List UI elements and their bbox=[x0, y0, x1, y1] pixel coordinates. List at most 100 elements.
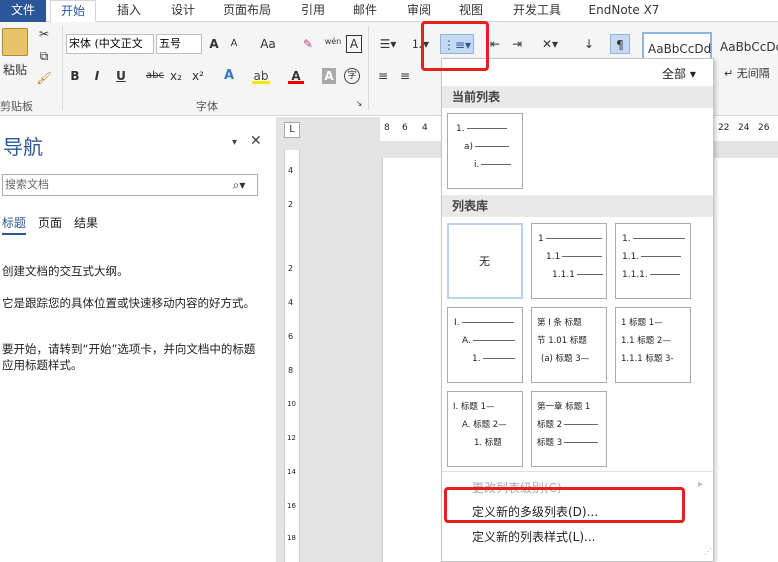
superscript-button[interactable]: x² bbox=[190, 66, 206, 86]
tab-selector[interactable]: L bbox=[284, 122, 300, 138]
change-case-icon[interactable]: Aa bbox=[256, 34, 280, 54]
nav-tab-headings[interactable]: 标题 bbox=[2, 214, 27, 235]
highlight-define-new-multilevel-list bbox=[444, 487, 685, 523]
list-heading-numeric[interactable]: 1 标题 1— 1.1 标题 2— 1.1.1 标题 3- bbox=[615, 307, 691, 383]
level-text: 1.1.1. bbox=[622, 270, 648, 280]
resize-grip-icon[interactable]: ⋰ bbox=[704, 547, 712, 556]
paste-icon[interactable] bbox=[2, 28, 28, 56]
menu-divider bbox=[442, 471, 713, 472]
character-border-icon[interactable]: A bbox=[346, 35, 362, 53]
level-text: i. bbox=[474, 160, 480, 170]
tab-view[interactable]: 视图 bbox=[448, 0, 494, 22]
level-text: 标题 2 bbox=[537, 420, 563, 430]
dialog-launcher-icon[interactable]: ↘ bbox=[354, 98, 364, 110]
italic-button[interactable]: I bbox=[88, 66, 106, 86]
underline-button[interactable]: U bbox=[112, 66, 130, 86]
highlight-multilevel-button bbox=[421, 21, 489, 71]
subscript-button[interactable]: x₂ bbox=[168, 66, 184, 86]
format-painter-icon[interactable]: 🖌 bbox=[36, 68, 52, 88]
vertical-ruler: 4 2 2 4 6 8 10 12 14 16 18 bbox=[284, 150, 300, 562]
font-size-select[interactable]: 五号 bbox=[156, 34, 202, 54]
level-text: 1.1.1 标题 3- bbox=[621, 354, 674, 364]
grow-font-icon[interactable]: A bbox=[206, 34, 222, 54]
level-text: 1. bbox=[472, 354, 481, 364]
level-text: 1.1 标题 2— bbox=[621, 336, 671, 346]
font-color-icon[interactable]: A bbox=[288, 66, 304, 84]
level-text: I. 标题 1— bbox=[453, 402, 495, 412]
nav-close-icon[interactable]: ✕ bbox=[250, 133, 262, 149]
bullets-icon[interactable]: ☰▾ bbox=[374, 34, 402, 54]
level-text: 1 标题 1— bbox=[621, 318, 663, 328]
level-text: 1.1. bbox=[622, 252, 640, 262]
nav-para-2: 它是跟踪您的具体位置或快速移动内容的好方式。 bbox=[2, 296, 255, 310]
ruler-tick: 12 bbox=[287, 434, 296, 442]
tab-review[interactable]: 审阅 bbox=[396, 0, 442, 22]
nav-para-1: 创建文档的交互式大纲。 bbox=[2, 264, 129, 278]
none-label: 无 bbox=[479, 255, 490, 268]
list-none[interactable]: 无 bbox=[447, 223, 523, 299]
nav-tab-results[interactable]: 结果 bbox=[74, 214, 98, 233]
align-left-icon[interactable]: ≡ bbox=[374, 66, 392, 86]
ruler-tick: 4 bbox=[422, 123, 428, 133]
font-name-select[interactable]: 宋体 (中文正文 bbox=[66, 34, 154, 54]
shrink-font-icon[interactable]: A bbox=[226, 34, 242, 54]
list-numeric-dotted[interactable]: 1. 1.1. 1.1.1. bbox=[615, 223, 691, 299]
nav-title: 导航 bbox=[3, 135, 43, 159]
show-marks-icon[interactable]: ¶ bbox=[610, 34, 630, 54]
search-icon[interactable]: ⌕▾ bbox=[226, 175, 252, 195]
tab-developer[interactable]: 开发工具 bbox=[504, 0, 570, 22]
tab-references[interactable]: 引用 bbox=[290, 0, 336, 22]
level-text: 1. bbox=[622, 234, 631, 244]
level-text: a) bbox=[464, 142, 474, 152]
current-list-thumb[interactable]: 1. a) i. bbox=[447, 113, 523, 189]
ruler-tick: 8 bbox=[384, 123, 390, 133]
chinese-layout-icon[interactable]: ✕▾ bbox=[538, 34, 562, 54]
separator bbox=[62, 26, 63, 110]
copy-icon[interactable]: ⧉ bbox=[36, 46, 52, 66]
list-numeric-nested[interactable]: 1 1.1 1.1.1 bbox=[531, 223, 607, 299]
bold-button[interactable]: B bbox=[66, 66, 84, 86]
nav-tab-pages[interactable]: 页面 bbox=[38, 214, 62, 233]
nav-tabs: 标题 页面 结果 bbox=[2, 214, 110, 235]
cut-icon[interactable]: ✂ bbox=[36, 24, 52, 44]
strikethrough-button[interactable]: abc bbox=[144, 66, 166, 86]
ruler-tick: 22 bbox=[718, 123, 730, 133]
font-group-label: 字体 bbox=[196, 100, 218, 113]
increase-indent-icon[interactable]: ⇥ bbox=[508, 34, 526, 54]
align-center-icon[interactable]: ≡ bbox=[396, 66, 414, 86]
enclose-character-icon[interactable]: 字 bbox=[344, 68, 360, 84]
submenu-arrow-icon: ▸ bbox=[698, 479, 704, 490]
nav-para-3: 要开始，请转到“开始”选项卡，并向文档中的标题应用标题样式。 bbox=[2, 342, 256, 372]
tab-file[interactable]: 文件 bbox=[0, 0, 46, 22]
phonetic-guide-icon[interactable]: wén bbox=[322, 32, 344, 52]
tab-design[interactable]: 设计 bbox=[160, 0, 206, 22]
list-heading-roman[interactable]: I. 标题 1— A. 标题 2— 1. 标题 bbox=[447, 391, 523, 467]
level-text: 1 bbox=[538, 234, 544, 244]
list-chapter[interactable]: 第一章 标题 1 标题 2 标题 3 bbox=[531, 391, 607, 467]
paste-button[interactable]: 粘贴 bbox=[0, 60, 30, 80]
separator bbox=[368, 26, 369, 110]
style-no-spacing-label: ↵ 无间隔 bbox=[724, 67, 770, 80]
tab-endnote[interactable]: EndNote X7 bbox=[584, 0, 664, 22]
character-shading-icon[interactable]: A bbox=[322, 68, 336, 84]
highlight-icon[interactable]: ab bbox=[252, 66, 270, 84]
tab-mailings[interactable]: 邮件 bbox=[342, 0, 388, 22]
filter-select[interactable]: 全部 ▾ bbox=[662, 65, 696, 82]
nav-search-input[interactable]: 搜索文档 bbox=[2, 174, 258, 196]
list-roman-alpha[interactable]: I. A. 1. bbox=[447, 307, 523, 383]
list-article-section[interactable]: 第 I 条 标题 节 1.01 标题 (a) 标题 3— bbox=[531, 307, 607, 383]
list-library-header: 列表库 bbox=[442, 195, 713, 217]
level-text: 1.1 bbox=[546, 252, 561, 262]
clear-format-icon[interactable]: ✎ bbox=[300, 34, 316, 54]
ruler-tick: 26 bbox=[758, 123, 770, 133]
define-new-list-style-item[interactable]: 定义新的列表样式(L)... bbox=[472, 528, 596, 545]
nav-options-icon[interactable]: ▾ bbox=[232, 137, 237, 148]
tab-home[interactable]: 开始 bbox=[50, 0, 96, 22]
tab-insert[interactable]: 插入 bbox=[106, 0, 152, 22]
text-effects-icon[interactable]: A bbox=[220, 66, 238, 86]
level-text: 节 1.01 标题 bbox=[537, 336, 587, 346]
tab-layout[interactable]: 页面布局 bbox=[214, 0, 280, 22]
sort-icon[interactable]: ↓ bbox=[580, 34, 598, 54]
ruler-tick: 14 bbox=[287, 468, 296, 476]
ruler-tick: 4 bbox=[288, 298, 294, 307]
